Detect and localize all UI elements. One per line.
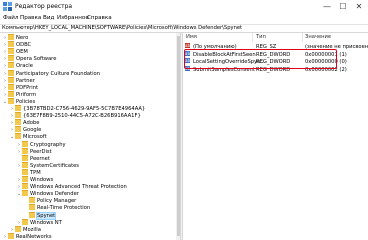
tree-item-label: PDFPrint [16, 84, 39, 91]
tree-item-label: Google [23, 127, 42, 134]
tree-item-label: Spynet [35, 211, 57, 220]
folder-icon [22, 168, 28, 175]
tree-item-label: Real-Time Protection [37, 205, 91, 212]
folder-icon [22, 190, 28, 197]
folder-icon [29, 197, 35, 204]
folder-icon [22, 140, 28, 147]
tree-item-label: ODBC [16, 42, 32, 49]
tree-item-label: Windows NT [30, 219, 62, 226]
folder-icon [8, 232, 14, 239]
tree-item-label: Nero [16, 35, 29, 41]
maximize-button[interactable]: ☐ [335, 0, 351, 13]
folder-icon [15, 126, 21, 133]
tree-item-label: SystemCertificates [30, 162, 79, 169]
folder-icon [15, 133, 21, 140]
folder-icon [15, 112, 21, 119]
folder-icon [8, 62, 14, 69]
menu-view[interactable]: Вид [43, 13, 54, 24]
folder-icon [29, 211, 35, 218]
folder-icon [8, 83, 14, 90]
tree-item-label: {63E7F8B9-2510-44C5-A72C-B26B916AA1F} [23, 113, 141, 120]
registry-editor-icon [3, 2, 12, 11]
folder-icon [22, 147, 28, 154]
tree-item-label: Mozilla [23, 226, 41, 233]
column-divider[interactable] [252, 33, 253, 42]
tree-item-label: Oracle [16, 63, 33, 70]
highlight-annotation [184, 49, 337, 69]
tree-item-label: TPM [30, 169, 41, 176]
tree-item-label: Piriform [16, 91, 37, 98]
tree-item-label: OEM [16, 49, 28, 56]
folder-icon [22, 154, 28, 161]
minimize-button[interactable]: — [319, 0, 335, 13]
tree-item-label: Windows [30, 177, 54, 183]
tree-item-label: Participatory Culture Foundation [16, 70, 100, 77]
tree-item-label: Policy Manager [37, 198, 77, 205]
string-value-icon: ab [185, 43, 190, 48]
window-title: Редактор реестра [15, 3, 73, 10]
folder-icon [22, 176, 28, 182]
folder-icon [22, 218, 28, 225]
tree-item-label: Windows Advanced Threat Protection [30, 184, 127, 191]
folder-icon [8, 55, 14, 62]
column-header-type[interactable]: Тип [256, 33, 266, 42]
column-header-value[interactable]: Значение [305, 33, 331, 42]
folder-icon [29, 204, 35, 211]
folder-icon [8, 69, 14, 76]
folder-icon [15, 225, 21, 232]
menu-help[interactable]: Справка [87, 13, 112, 24]
tree-item-label: Opera Software [16, 56, 57, 63]
folder-icon [22, 161, 28, 168]
tree-item-label: PeerDist [30, 148, 52, 155]
folder-icon [15, 105, 21, 111]
tree-item-label: Microsoft [23, 134, 47, 141]
tree-item-label: Policies [16, 98, 36, 105]
tree-item[interactable]: › RealNetworks [2, 232, 52, 240]
tree-item-label: {3B78TBD2-C756-4629-9AF5-5C7B7E4964AA} [23, 106, 146, 112]
folder-icon [22, 183, 28, 190]
menu-bar [0, 13, 368, 24]
menu-favorites[interactable]: Избранное [57, 13, 89, 24]
tree-item-label: Adobe [23, 120, 40, 127]
tree-item-label: RealNetworks [16, 233, 52, 240]
folder-icon [15, 119, 21, 126]
close-button[interactable]: ✕ [351, 0, 367, 13]
tree-item-label: Cryptography [30, 141, 66, 148]
column-header-name[interactable]: Имя [186, 33, 197, 42]
tree-item-label: Partner [16, 77, 35, 84]
address-path[interactable]: Компьютер\HKEY_LOCAL_MACHINE\SOFTWARE\Po… [2, 24, 242, 33]
tree-item-label: Windows Defender [30, 191, 79, 198]
folder-icon [8, 97, 14, 104]
menu-edit[interactable]: Правка [20, 13, 41, 24]
menu-file[interactable]: Файл [3, 13, 18, 24]
folder-icon [8, 41, 14, 48]
folder-icon [8, 90, 14, 97]
column-divider[interactable] [302, 33, 303, 42]
folder-icon [8, 34, 14, 40]
tree-item-label: Peernet [30, 155, 50, 162]
folder-icon [8, 48, 14, 55]
folder-icon [8, 76, 14, 83]
key-tree[interactable]: › Nero › ODBC › OEM › Opera Software › Oracle › Par… [0, 33, 180, 240]
